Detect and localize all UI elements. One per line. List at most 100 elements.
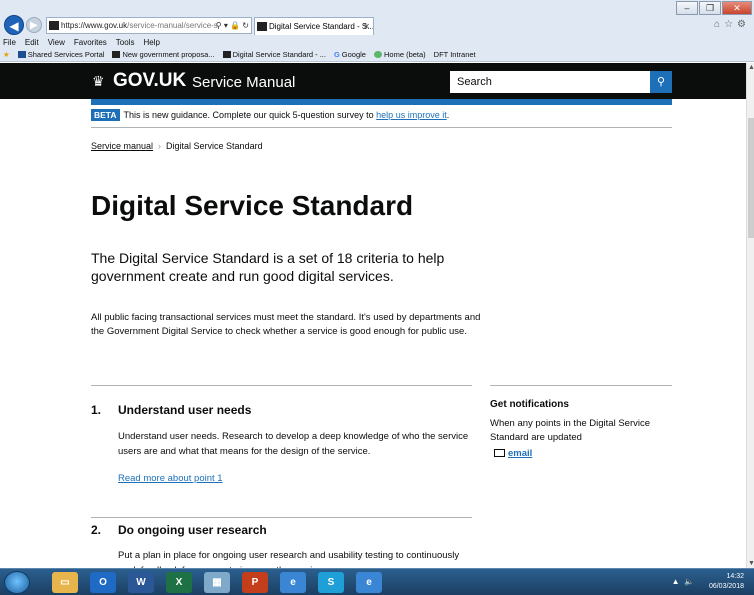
restore-button[interactable]: ❐ [699, 1, 721, 15]
beta-tag: BETA [91, 109, 120, 121]
envelope-icon [494, 449, 505, 457]
intro-paragraph: All public facing transactional services… [91, 312, 481, 337]
menu-help[interactable]: Help [143, 38, 159, 50]
scrollbar-thumb[interactable] [748, 118, 754, 238]
menu-tools[interactable]: Tools [116, 38, 135, 50]
minimize-button[interactable]: – [676, 1, 698, 15]
internet-explorer-icon[interactable]: e [280, 572, 306, 593]
page-scrollbar[interactable]: ▲ ▼ [746, 63, 754, 568]
favorites-bar: ★ Shared Services Portal New government … [0, 50, 476, 62]
favorite-item[interactable]: New government proposa... [112, 50, 215, 62]
outlook-icon[interactable]: O [90, 572, 116, 593]
breadcrumb: Service manual › Digital Service Standard [91, 141, 263, 151]
favorite-item[interactable]: DFT Intranet [434, 50, 476, 62]
page-title: Digital Service Standard [91, 190, 414, 221]
window-controls: – ❐ ✕ [676, 1, 752, 15]
site-name[interactable]: Service Manual [192, 74, 295, 91]
point-title: Understand user needs [118, 403, 252, 417]
favorite-item[interactable]: Home (beta) [373, 50, 426, 62]
forward-button[interactable]: ▶ [26, 17, 42, 33]
point-number: 2. [91, 523, 102, 537]
favorite-label: Digital Service Standard - ... [232, 50, 326, 59]
beta-banner: BETA This is new guidance. Complete our q… [91, 109, 672, 128]
close-tab-icon[interactable]: ✕ [363, 18, 370, 35]
favorites-star-icon[interactable]: ★ [3, 50, 10, 62]
beta-text: This is new guidance. Complete our quick… [123, 110, 374, 120]
read-more-point-1-link[interactable]: Read more about point 1 [118, 473, 223, 484]
browser-toolbar-icons[interactable]: ⌂☆⚙ [714, 19, 750, 30]
point-number: 1. [91, 403, 102, 417]
menu-bar: File Edit View Favorites Tools Help [0, 38, 160, 50]
excel-icon[interactable]: X [166, 572, 192, 593]
favorite-label: DFT Intranet [433, 50, 476, 59]
home-icon[interactable]: ⌂ [714, 19, 724, 30]
scroll-up-icon[interactable]: ▲ [748, 64, 754, 71]
browser-tab[interactable]: Digital Service Standard - S... ✕ [254, 17, 374, 35]
clock[interactable]: 14:32 06/03/2018 [709, 572, 744, 592]
address-host: https://www.gov.uk [61, 21, 128, 30]
govuk-logo[interactable]: GOV.UK [113, 70, 186, 92]
favorite-icon [373, 51, 382, 58]
menu-edit[interactable]: Edit [25, 38, 39, 50]
close-window-button[interactable]: ✕ [722, 1, 752, 15]
header-blue-bar [91, 99, 672, 105]
scroll-down-icon[interactable]: ▼ [748, 560, 754, 567]
tab-title: Digital Service Standard - S... [269, 22, 374, 31]
word-icon[interactable]: W [128, 572, 154, 593]
system-tray-icons[interactable]: ▲ 🔈 [672, 577, 694, 586]
point-description: Understand user needs. Research to devel… [118, 431, 469, 457]
tab-favicon-icon [257, 22, 267, 31]
settings-gear-icon[interactable]: ⚙ [737, 19, 750, 30]
breadcrumb-current: Digital Service Standard [166, 141, 263, 151]
address-tools-icon[interactable]: ⚲ ▾ 🔒 ↻ [216, 18, 249, 33]
notifications-text: When any points in the Digital Service S… [490, 418, 650, 443]
address-bar[interactable]: https://www.gov.uk/service-manual/servic… [46, 17, 252, 34]
favorite-icon [222, 51, 231, 58]
point-title: Do ongoing user research [118, 523, 267, 537]
sidebar-divider [490, 385, 672, 386]
favorite-label: New government proposa... [122, 50, 215, 59]
favorite-label: Google [341, 50, 366, 59]
file-explorer-icon[interactable]: ▭ [52, 572, 78, 593]
clock-time: 14:32 [726, 573, 744, 580]
favorite-icon [112, 51, 121, 58]
start-button[interactable] [4, 571, 30, 594]
breadcrumb-link-service-manual[interactable]: Service manual [91, 141, 153, 151]
internet-explorer-icon[interactable]: e [356, 572, 382, 593]
address-path: /service-manual/service-s [127, 21, 218, 30]
govuk-header: ♛ GOV.UK Service Manual ⚲ [0, 63, 746, 99]
windows-taskbar: ▭ O W X ▦ P e S e ▲ 🔈 14:32 06/03/2018 [0, 568, 754, 595]
search-icon: ⚲ [656, 76, 666, 88]
favorite-label: Shared Services Portal [27, 50, 105, 59]
powerpoint-icon[interactable]: P [242, 572, 268, 593]
menu-favorites[interactable]: Favorites [74, 38, 107, 50]
crown-icon: ♛ [92, 73, 105, 89]
breadcrumb-separator-icon: › [158, 141, 162, 151]
menu-view[interactable]: View [48, 38, 65, 50]
menu-file[interactable]: File [3, 38, 16, 50]
feedback-link[interactable]: help us improve it [376, 110, 447, 120]
favorite-label: Home (beta) [383, 50, 426, 59]
skype-icon[interactable]: S [318, 572, 344, 593]
search-input[interactable] [450, 71, 650, 93]
email-subscribe-link[interactable]: email [494, 448, 532, 459]
favorite-icon [17, 51, 26, 58]
beta-end: . [446, 110, 450, 120]
navigation-row: ◀ ▶ https://www.gov.uk/service-manual/se… [0, 15, 754, 37]
favorite-item[interactable]: Digital Service Standard - ... [222, 50, 326, 62]
google-icon: G [333, 50, 340, 59]
web-page: ♛ GOV.UK Service Manual ⚲ BETAThis is ne… [0, 63, 746, 568]
search-button[interactable]: ⚲ [650, 71, 672, 93]
back-button[interactable]: ◀ [4, 15, 24, 35]
network-icon[interactable]: ▦ [204, 572, 230, 593]
favorite-item[interactable]: G Google [334, 50, 366, 62]
point-divider [91, 517, 472, 518]
email-link-label: email [508, 448, 533, 459]
favorites-star-icon[interactable]: ☆ [724, 19, 737, 30]
notifications-heading: Get notifications [490, 399, 569, 410]
lead-paragraph: The Digital Service Standard is a set of… [91, 250, 445, 284]
section-divider [91, 385, 472, 386]
clock-date: 06/03/2018 [708, 583, 744, 590]
favorite-item[interactable]: Shared Services Portal [17, 50, 105, 62]
point-description: Put a plan in place for ongoing user res… [118, 550, 460, 568]
